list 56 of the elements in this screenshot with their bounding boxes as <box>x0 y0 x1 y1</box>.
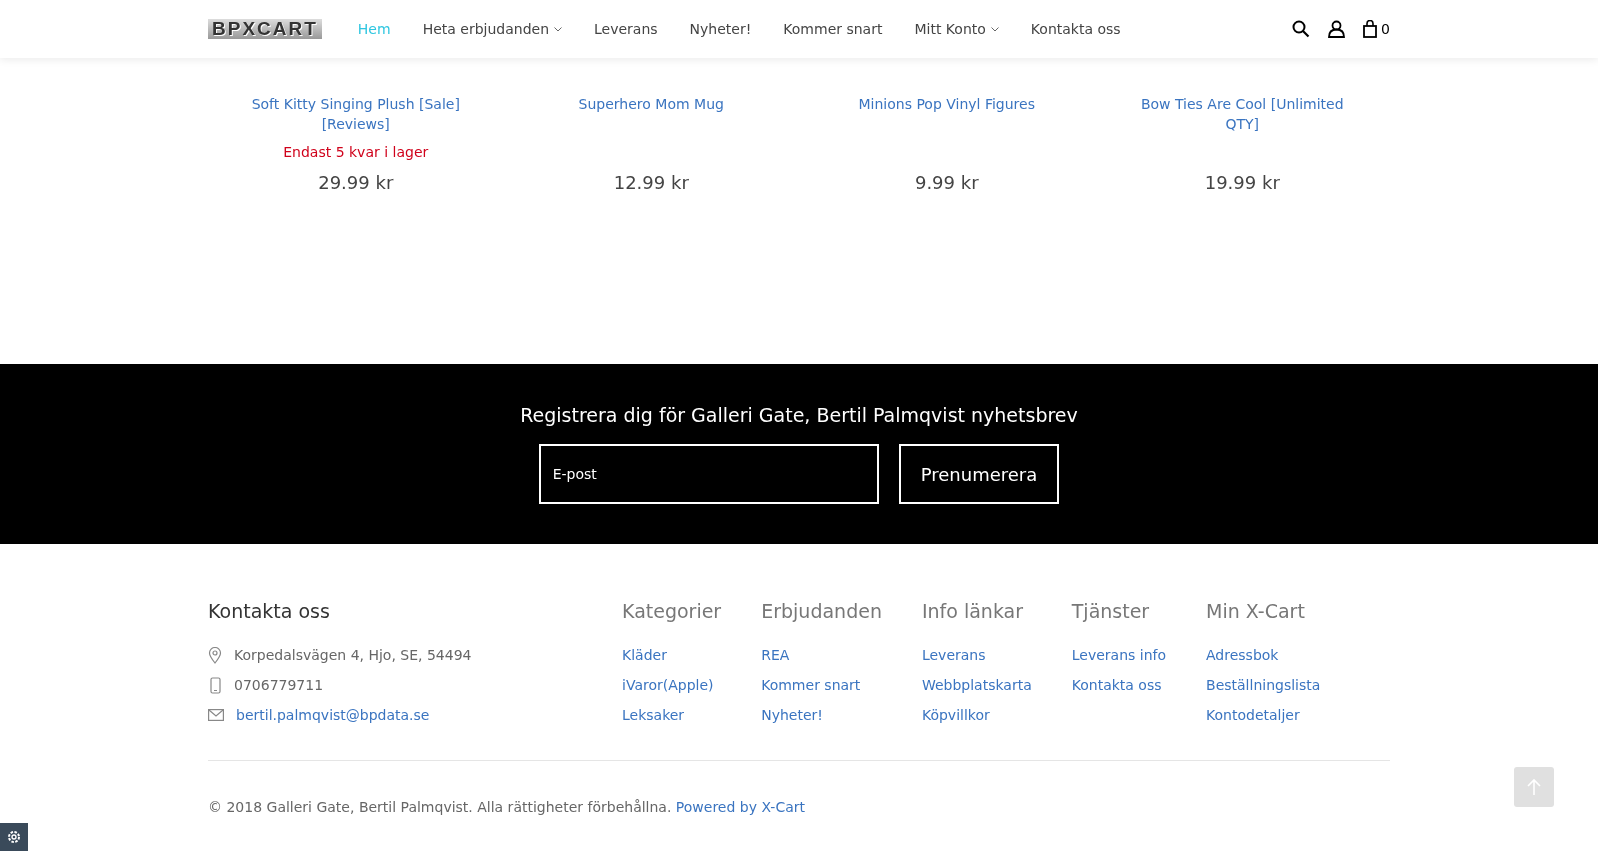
cart-count: 0 <box>1381 21 1390 37</box>
location-pin-icon <box>208 646 222 664</box>
footer-link[interactable]: Beställningslista <box>1206 670 1321 700</box>
footer-link[interactable]: Webbplatskarta <box>921 670 1032 700</box>
subscribe-button[interactable]: Prenumerera <box>898 444 1060 504</box>
email-link[interactable]: bertil.palmqvist@bpdata.se <box>236 700 430 730</box>
nav-link[interactable]: Heta erbjudanden <box>406 21 578 37</box>
footer-heading: Min X-Cart <box>1206 600 1306 622</box>
caret-icon <box>990 26 999 32</box>
envelope-icon <box>208 709 224 721</box>
footer-heading: Info länkar <box>921 600 1025 622</box>
footer-link[interactable]: Adressbok <box>1206 640 1321 670</box>
up-arrow-icon <box>1526 778 1542 796</box>
footer-link[interactable]: Kommer snart <box>761 670 882 700</box>
footer-link[interactable]: Kontakta oss <box>1071 670 1167 700</box>
footer-heading: Kategorier <box>622 600 722 622</box>
shopping-bag-icon[interactable] <box>1363 20 1378 38</box>
footer-link[interactable]: Köpvillkor <box>921 700 1032 730</box>
footer-link[interactable]: Leverans <box>921 640 1032 670</box>
stock-notice: Endast 5 kvar i lager <box>283 144 429 160</box>
nav-link[interactable]: Nyheter! <box>673 21 768 37</box>
caret-icon <box>554 26 562 32</box>
mobile-phone-icon <box>208 676 222 694</box>
user-icon[interactable] <box>1328 20 1346 38</box>
footer-link[interactable]: Kläder <box>622 640 722 670</box>
contact-text: 0706779711 <box>234 677 324 693</box>
copyright-text: © 2018 Galleri Gate, Bertil Palmqvist. Alla rättigheter förbehållna. Powered by X-Cart <box>208 799 806 815</box>
newsletter-title: Registrera dig för Galleri Gate, Bertil Palmqvist nyhetsbrev <box>520 404 1078 426</box>
search-icon[interactable] <box>1292 20 1311 38</box>
footer-link[interactable]: Nyheter! <box>761 700 882 730</box>
nav-link[interactable]: Leverans <box>578 21 674 37</box>
footer-heading: Kontakta oss <box>208 600 331 622</box>
nav-link[interactable]: Mitt Konto <box>898 21 1015 37</box>
nav-link[interactable]: Kontakta oss <box>1014 21 1137 37</box>
product-name-link[interactable]: Superhero Mom Mug <box>578 94 724 134</box>
email-field[interactable]: E-post <box>538 444 879 504</box>
product-name-link[interactable]: Soft Kitty Singing Plush [Sale] [Reviews] <box>245 94 466 134</box>
product-price: 29.99 kr <box>318 172 394 193</box>
footer-heading: Erbjudanden <box>761 600 882 622</box>
footer-heading: Tjänster <box>1071 600 1151 622</box>
powered-by-link[interactable]: Powered by X-Cart <box>675 799 805 815</box>
product-price: 19.99 kr <box>1204 172 1280 193</box>
footer-link[interactable]: REA <box>761 640 882 670</box>
footer-link[interactable]: iVaror(Apple) <box>622 670 722 700</box>
product-name-link[interactable]: Bow Ties Are Cool [Unlimited QTY] <box>1132 94 1353 134</box>
product-price: 12.99 kr <box>613 172 689 193</box>
footer-link[interactable]: Leverans info <box>1071 640 1167 670</box>
settings-button[interactable] <box>0 823 28 851</box>
footer-link[interactable]: Kontodetaljer <box>1206 700 1321 730</box>
nav-link[interactable]: Kommer snart <box>767 21 899 37</box>
gear-icon <box>6 829 22 845</box>
product-price: 9.99 kr <box>914 172 979 193</box>
logo[interactable]: BPXCART <box>208 19 322 39</box>
contact-text: Korpedalsvägen 4, Hjo, SE, 54494 <box>234 647 472 663</box>
footer-link[interactable]: Leksaker <box>622 700 722 730</box>
product-name-link[interactable]: Minions Pop Vinyl Figures <box>858 94 1035 134</box>
